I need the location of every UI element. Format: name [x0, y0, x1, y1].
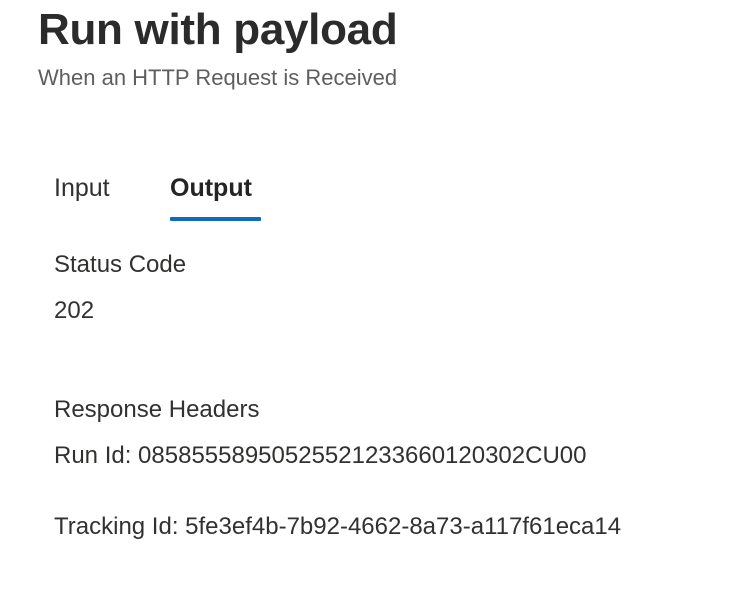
- status-code-value: 202: [54, 297, 95, 324]
- run-id-value: Run Id: 08585558950525521233660120302CU0…: [54, 442, 587, 469]
- trigger-subtitle: When an HTTP Request is Received: [38, 65, 398, 90]
- tab-input[interactable]: Input: [54, 170, 110, 206]
- selected-tab-indicator: [170, 217, 261, 221]
- tracking-id-value: Tracking Id: 5fe3ef4b-7b92-4662-8a73-a11…: [54, 513, 622, 540]
- status-code-label: Status Code: [54, 251, 187, 278]
- run-details-panel: Run with payload When an HTTP Request is…: [0, 0, 756, 608]
- response-headers-label: Response Headers: [54, 396, 260, 423]
- page-title: Run with payload: [38, 5, 398, 54]
- tab-output[interactable]: Output: [170, 170, 252, 206]
